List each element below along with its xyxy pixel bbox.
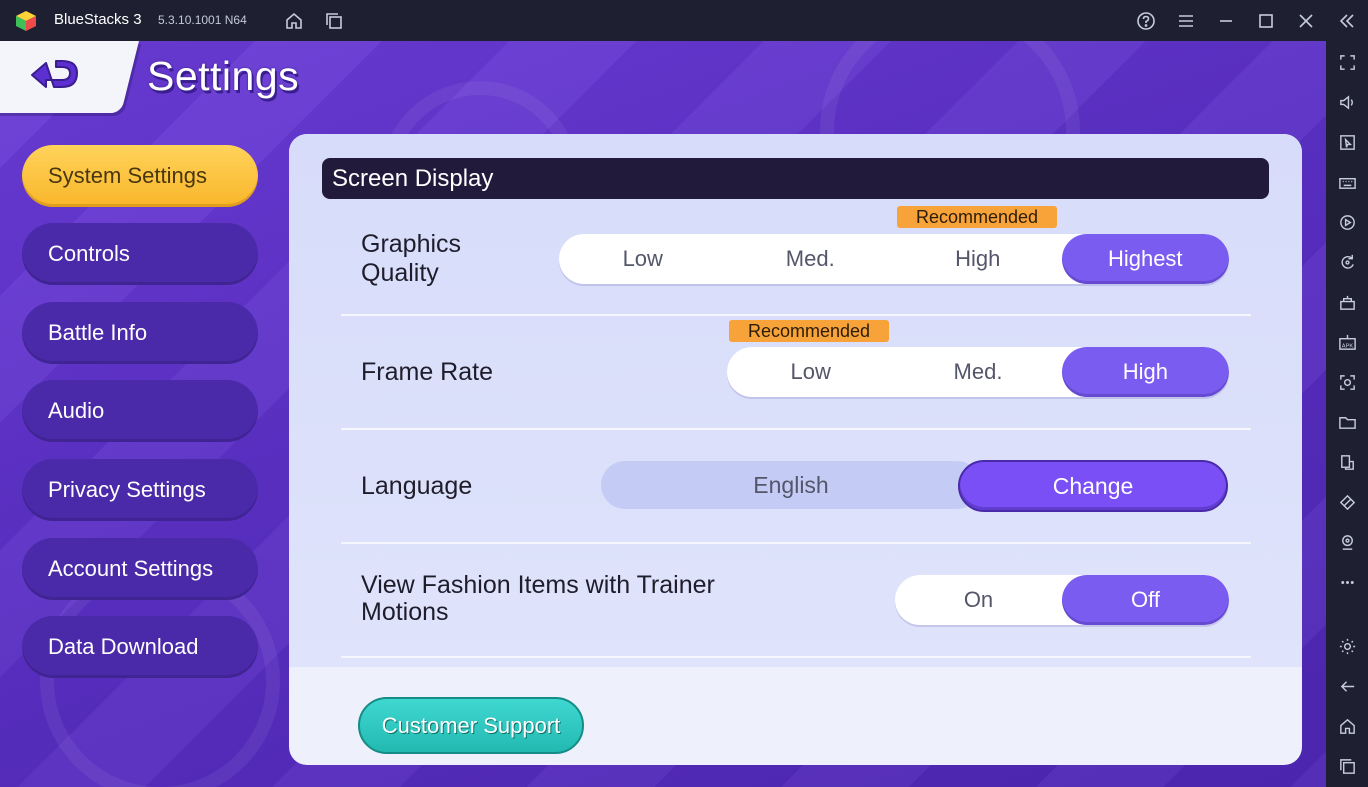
window-title-bar: BlueStacks 3 5.3.10.1001 N64 (0, 0, 1368, 41)
settings-icon[interactable] (1336, 635, 1358, 657)
frame-rate-recommended-badge: Recommended (729, 320, 889, 342)
folder-icon[interactable] (1336, 411, 1358, 433)
change-language-button[interactable]: Change (958, 460, 1228, 512)
fashion-items-label: View Fashion Items with Trainer Motions (361, 572, 715, 626)
collapse-sidebar-icon[interactable] (1336, 10, 1358, 32)
maximize-icon[interactable] (1255, 10, 1277, 32)
graphics-quality-label: Graphics Quality (361, 230, 461, 288)
section-header-screen-display: Screen Display (322, 158, 1269, 199)
macro-icon[interactable] (1336, 291, 1358, 313)
menu-icon[interactable] (1175, 10, 1197, 32)
fullscreen-icon[interactable] (1336, 51, 1358, 73)
frame-rate-option-high[interactable]: High (1061, 347, 1229, 397)
graphics-quality-selector: Low Med. High Highest (559, 234, 1229, 284)
graphics-quality-label-line2: Quality (361, 259, 439, 287)
fashion-items-label-line1: View Fashion Items with Trainer (361, 571, 715, 599)
fashion-option-on[interactable]: On (895, 575, 1062, 625)
nav-audio[interactable]: Audio (22, 380, 258, 442)
nav-battle-info[interactable]: Battle Info (22, 302, 258, 364)
eco-mode-icon[interactable] (1336, 491, 1358, 513)
nav-data-download[interactable]: Data Download (22, 616, 258, 678)
back-icon[interactable] (1336, 675, 1358, 697)
close-icon[interactable] (1295, 10, 1317, 32)
help-icon[interactable] (1135, 10, 1157, 32)
location-icon[interactable] (1336, 531, 1358, 553)
nav-account-settings[interactable]: Account Settings (22, 538, 258, 600)
row-divider (341, 314, 1251, 316)
pointer-icon[interactable] (1336, 131, 1358, 153)
keyboard-icon[interactable] (1336, 171, 1358, 193)
row-divider (341, 542, 1251, 544)
rotate-icon[interactable] (1336, 251, 1358, 273)
fashion-items-toggle: On Off (895, 575, 1229, 625)
record-icon[interactable] (1336, 211, 1358, 233)
bluestacks-logo-icon (16, 11, 36, 31)
svg-text:APK: APK (1341, 343, 1353, 349)
settings-panel: Screen Display Graphics Quality Recommen… (289, 134, 1302, 765)
app-version: 5.3.10.1001 N64 (158, 13, 247, 27)
fashion-option-off[interactable]: Off (1062, 575, 1229, 625)
volume-icon[interactable] (1336, 91, 1358, 113)
frame-rate-label: Frame Rate (361, 358, 493, 386)
frame-rate-option-med[interactable]: Med. (894, 347, 1061, 397)
graphics-option-highest[interactable]: Highest (1061, 234, 1229, 284)
row-divider (341, 428, 1251, 430)
fashion-items-label-line2: Motions (361, 598, 449, 626)
graphics-quality-label-line1: Graphics (361, 230, 462, 258)
return-arrow-icon (31, 60, 78, 88)
app-name: BlueStacks 3 (54, 11, 142, 28)
graphics-option-low[interactable]: Low (559, 234, 727, 284)
multi-window-icon[interactable] (1336, 451, 1358, 473)
nav-privacy-settings[interactable]: Privacy Settings (22, 459, 258, 521)
multi-instance-icon[interactable] (323, 10, 345, 32)
minimize-icon[interactable] (1215, 10, 1237, 32)
recent-apps-icon[interactable] (1336, 755, 1358, 777)
graphics-option-med[interactable]: Med. (727, 234, 895, 284)
more-icon[interactable] (1336, 571, 1358, 593)
home-icon[interactable] (1336, 715, 1358, 737)
customer-support-button[interactable]: Customer Support (358, 697, 584, 754)
page-title: Settings (147, 53, 300, 99)
graphics-option-high[interactable]: High (894, 234, 1062, 284)
frame-rate-option-low[interactable]: Low (727, 347, 894, 397)
nav-controls[interactable]: Controls (22, 223, 258, 285)
language-value: English (601, 461, 981, 509)
game-screen: Settings System Settings Controls Battle… (0, 41, 1326, 787)
screenshot-icon[interactable] (1336, 371, 1358, 393)
nav-system-settings[interactable]: System Settings (22, 145, 258, 207)
apk-icon[interactable]: APK (1336, 331, 1358, 353)
row-divider (341, 656, 1251, 658)
home-icon[interactable] (283, 10, 305, 32)
back-button[interactable] (22, 53, 86, 101)
frame-rate-selector: Low Med. High (727, 347, 1229, 397)
emulator-sidebar: APK (1326, 41, 1368, 787)
language-label: Language (361, 472, 473, 500)
graphics-recommended-badge: Recommended (897, 206, 1057, 228)
